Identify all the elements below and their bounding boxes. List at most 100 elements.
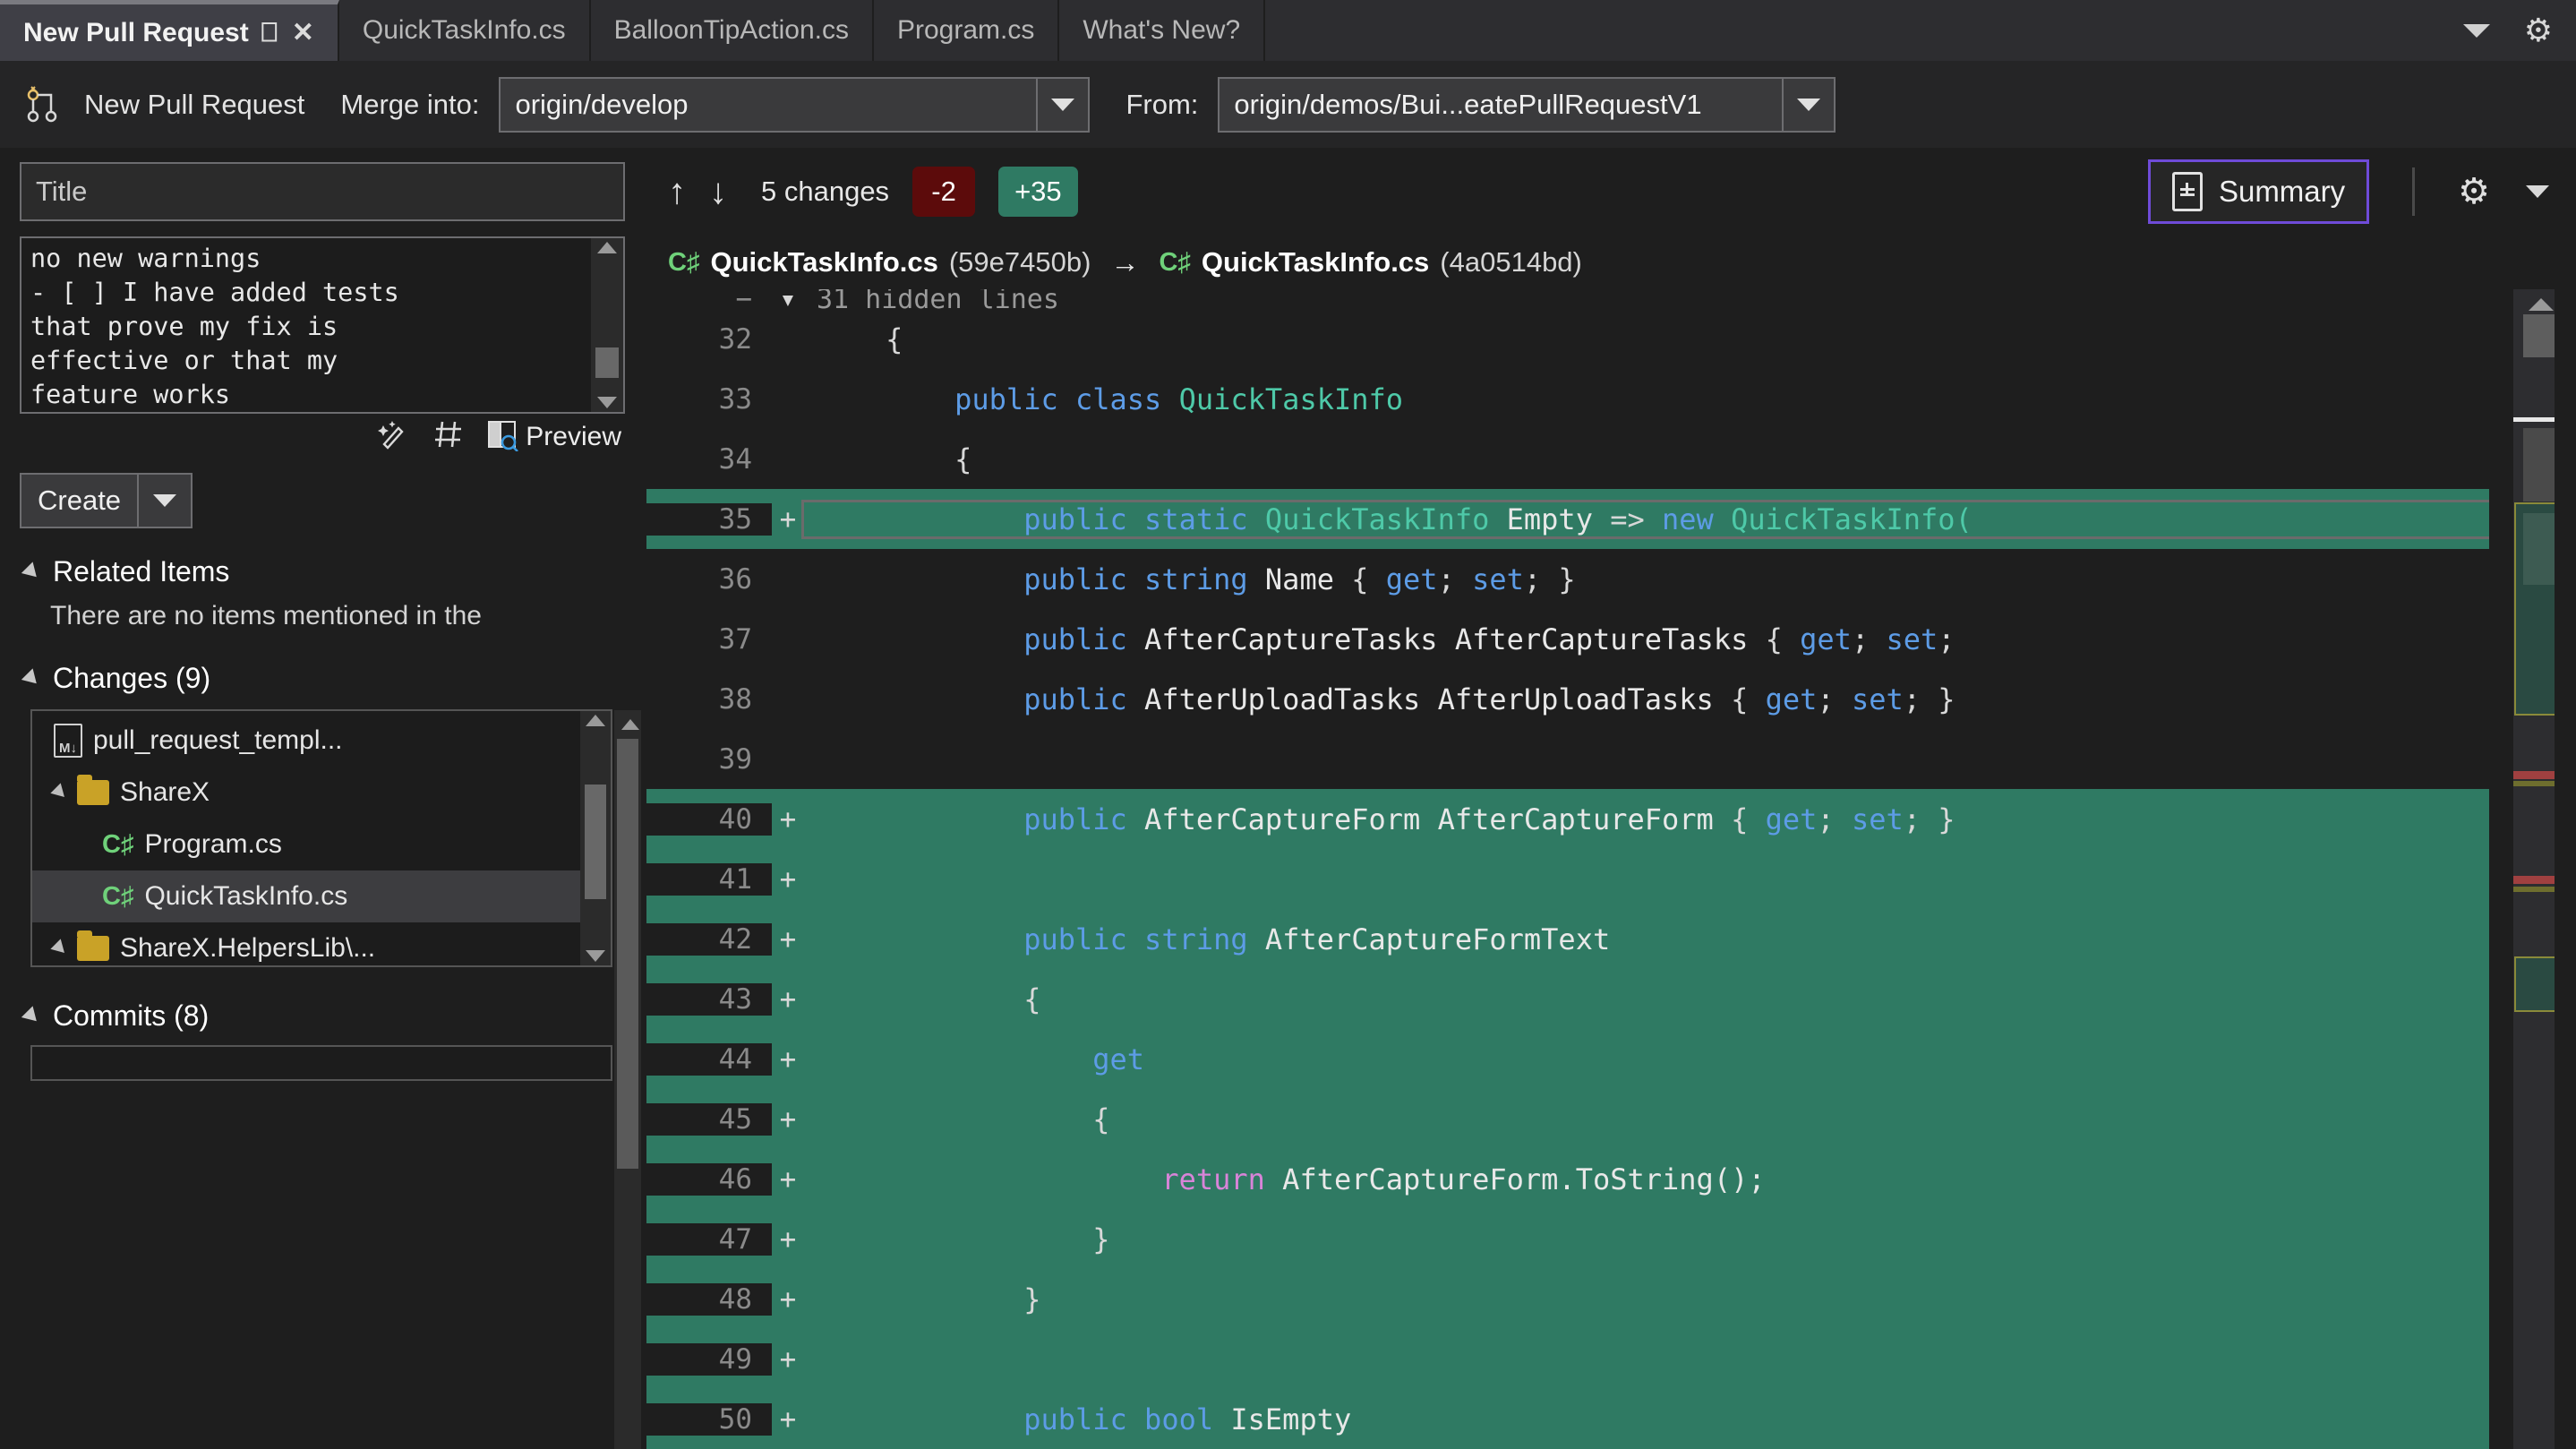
code-token: QuickTaskInfo [1178,382,1404,416]
scroll-down-icon[interactable] [586,950,605,962]
pin-icon[interactable]: ⎕ [261,19,278,47]
diff-line-48[interactable]: 48 + } [646,1269,2489,1329]
code-token: AfterUploadTasks AfterUploadTasks [1144,682,1732,716]
diff-line-49[interactable]: 49 + [646,1329,2489,1389]
scrollbar-thumb[interactable] [595,347,619,378]
line-number: 44 [646,1042,772,1076]
line-number: 45 [646,1102,772,1136]
editor-tab-0[interactable]: New Pull Request ⎕ ✕ [0,0,339,61]
code-token: get [1765,682,1818,716]
chevron-down-icon[interactable] [2462,23,2490,38]
scrollbar-thumb[interactable] [617,739,638,1169]
description-scrollbar[interactable] [591,238,623,412]
scrollbar-thumb[interactable] [585,785,606,899]
changes-file-tree: M↓ pull_request_templ... ShareX C♯ Program.c… [30,709,612,967]
preview-button[interactable]: Preview [486,419,621,456]
tree-item-1[interactable]: ShareX [32,767,580,819]
left-panel-scrollbar[interactable] [614,710,641,1449]
code-token: IsEmpty [1230,1402,1352,1436]
diff-line-45[interactable]: 45 + { [646,1089,2489,1149]
diff-line-text: public AfterUploadTasks AfterUploadTasks… [804,682,2489,716]
diff-line-37[interactable]: 37 public AfterCaptureTasks AfterCapture… [646,609,2489,669]
chevron-expanded-icon[interactable] [50,939,70,958]
scroll-up-icon[interactable] [2529,298,2554,311]
gear-icon[interactable]: ⚙ [2524,14,2553,47]
diff-line-32[interactable]: 32 { [646,309,2489,369]
summary-button[interactable]: Summary [2147,159,2370,224]
diff-line-46[interactable]: 46 + return AfterCaptureForm.ToString(); [646,1149,2489,1209]
pr-description-box[interactable]: no new warnings - [ ] I have added tests… [20,236,625,414]
diff-line-50[interactable]: 50 + public bool IsEmpty [646,1389,2489,1449]
editor-tab-2[interactable]: BalloonTipAction.cs [590,0,874,61]
deletions-badge: -2 [912,167,976,217]
minimap-region [2523,428,2555,502]
caret-down-icon[interactable] [2526,185,2549,198]
diff-line-47[interactable]: 47 + } [646,1209,2489,1269]
arrow-down-icon[interactable]: ↓ [709,174,727,210]
diff-line-34[interactable]: 34 { [646,429,2489,489]
editor-tab-1[interactable]: QuickTaskInfo.cs [338,0,591,61]
hash-grid-icon[interactable] [432,418,465,456]
related-items-header[interactable]: Related Items [20,555,627,588]
diff-line-42[interactable]: 42 + public string AfterCaptureFormText [646,909,2489,969]
pr-title-input[interactable]: Title [20,162,625,221]
line-number: 43 [646,982,772,1016]
expand-icon[interactable]: ▾ [772,289,804,309]
gear-icon[interactable]: ⚙ [2458,171,2490,212]
diff-line-43[interactable]: 43 + { [646,969,2489,1029]
left-file-hash: (59e7450b) [948,246,1091,278]
from-branch-caret[interactable] [1782,78,1834,131]
diff-line-text: return AfterCaptureForm.ToString(); [804,1162,2489,1196]
code-token: set [1851,802,1904,836]
line-number: 35 [646,502,772,536]
tree-item-0[interactable]: M↓ pull_request_templ... [32,715,580,767]
create-button[interactable]: Create [20,473,140,528]
outer-scrollbar[interactable] [2555,289,2576,1449]
merge-into-dropdown[interactable]: origin/develop [499,76,1091,133]
chevron-expanded-icon[interactable] [50,783,70,802]
arrow-up-icon[interactable]: ↑ [668,174,686,210]
code-token: { [817,1102,1110,1136]
diff-line-40[interactable]: 40 + public AfterCaptureForm AfterCapture… [646,789,2489,849]
diff-marker: + [779,982,797,1016]
diff-line-33[interactable]: 33 public class QuickTaskInfo [646,369,2489,429]
tree-item-2[interactable]: C♯ Program.cs [32,819,580,870]
tab-label: Program.cs [896,15,1035,45]
diff-line-38[interactable]: 38 public AfterUploadTasks AfterUploadTa… [646,669,2489,729]
scroll-up-icon[interactable] [586,715,605,726]
create-dropdown-button[interactable] [139,473,193,528]
diff-marker: + [779,1282,797,1316]
scrollbar-thumb[interactable] [2523,314,2555,357]
diff-line-39[interactable]: 39 [646,729,2489,789]
file-tree-scrollbar[interactable] [580,711,611,965]
code-token: get [1765,802,1818,836]
pr-description-text[interactable]: no new warnings - [ ] I have added tests… [21,238,591,412]
scroll-up-icon[interactable] [597,242,617,253]
diff-line-36[interactable]: 36 public string Name { get; set; } [646,549,2489,609]
editor-tab-3[interactable]: Program.cs [873,0,1060,61]
scroll-down-icon[interactable] [597,397,617,408]
diff-code-area[interactable]: − ▾ 31 hidden lines 32 {33 public class Qui… [646,289,2576,1449]
related-items-title: Related Items [53,555,230,587]
commits-header[interactable]: Commits (8) [20,999,627,1033]
merge-into-caret[interactable] [1036,78,1088,131]
changes-header[interactable]: Changes (9) [20,662,627,695]
code-token: return [817,1162,1283,1196]
close-icon[interactable]: ✕ [292,19,314,47]
sparkle-pen-icon[interactable] [377,417,411,457]
scroll-up-icon[interactable] [621,719,639,730]
line-number: 37 [718,622,752,656]
tab-icon-group: ⎕ ✕ [261,19,314,47]
from-branch-dropdown[interactable]: origin/demos/Bui...eatePullRequestV1 [1218,76,1836,133]
tree-item-3[interactable]: C♯ QuickTaskInfo.cs [32,870,580,922]
tree-item-label: ShareX.HelpersLib\... [120,933,376,963]
hidden-lines-row[interactable]: − ▾ 31 hidden lines [646,289,2489,309]
editor-tab-4[interactable]: What's New? [1059,0,1266,61]
diff-marker: + [779,922,797,956]
diff-line-44[interactable]: 44 + get [646,1029,2489,1089]
tree-item-4[interactable]: ShareX.HelpersLib\... [32,922,580,965]
diff-line-41[interactable]: 41 + [646,849,2489,909]
summary-label: Summary [2218,175,2346,208]
diff-line-text: public AfterCaptureTasks AfterCaptureTas… [804,622,2489,656]
diff-line-35[interactable]: 35 + public static QuickTaskInfo Empty =>… [646,489,2492,549]
